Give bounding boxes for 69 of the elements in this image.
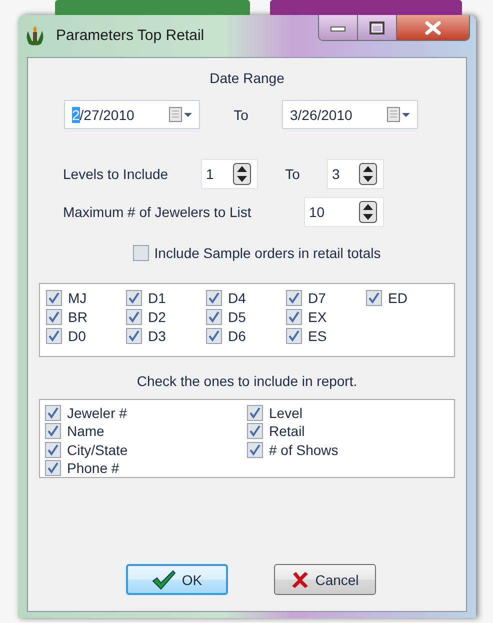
checkbox[interactable] [206,308,222,324]
checkbox[interactable] [46,328,62,344]
checkbox[interactable] [366,290,382,306]
checkbox-label: D2 [148,308,166,324]
field-label: Maximum # of Jewelers to List [63,204,252,220]
spin-field[interactable]: 10 [304,197,384,227]
checkbox-label: D4 [228,290,246,306]
ok-button[interactable]: OK [126,564,228,595]
checkbox[interactable] [45,460,61,476]
checkbox[interactable] [206,328,222,344]
spin-field[interactable]: 1 [201,159,258,189]
checkbox-label: Name [67,423,104,439]
checkbox-label: D5 [228,308,246,324]
date-field[interactable]: 3/26/2010 [282,100,418,129]
checkbox-label: Phone # [67,460,120,476]
checkbox-label: Include Sample orders in retail totals [154,245,381,261]
checkbox-label: ED [388,290,408,306]
checkbox-label: MJ [68,290,87,306]
maximize-icon [369,20,385,34]
checkbox[interactable] [206,290,222,306]
checkbox[interactable] [45,404,61,420]
to-label: To [232,106,250,122]
checkbox-label: # of Shows [269,442,338,458]
field-label: Levels to Include [63,166,170,182]
checkbox[interactable] [126,328,142,344]
checkbox[interactable] [126,308,142,324]
checkbox[interactable] [286,308,302,324]
spinner-arrows-icon [359,163,377,185]
checkbox-label: Level [269,404,302,420]
spinner-arrows-icon [233,163,251,185]
calendar-dropdown-icon [387,106,411,122]
spinner-arrows-icon [359,201,377,223]
checkbox-label: D0 [68,328,86,344]
window-title: Parameters Top Retail [56,27,204,44]
torch-wreath-icon [24,25,46,47]
instruction-text: Check the ones to include in report. [136,373,358,389]
checkbox-label: D1 [148,290,166,306]
checkbox[interactable] [133,245,150,261]
checkbox-label: Retail [269,423,305,439]
checkbox-label: D7 [308,290,326,306]
checkbox[interactable] [46,290,62,306]
cancel-button[interactable]: Cancel [274,564,376,595]
checkbox[interactable] [46,308,62,324]
to-label: To [284,166,301,182]
close-button[interactable] [397,15,469,40]
section-label: Date Range [210,70,284,86]
checkbox[interactable] [247,442,263,458]
checkbox[interactable] [45,423,61,439]
minimize-button[interactable] [319,15,358,40]
checkbox-label: BR [68,308,88,324]
checkbox[interactable] [286,328,302,344]
checkbox-label: Jeweler # [67,404,127,420]
checkmark-icon [152,570,176,590]
minimize-icon [330,24,346,32]
checkbox[interactable] [126,290,142,306]
checkbox[interactable] [45,442,61,458]
checkbox[interactable] [247,404,263,420]
spin-field[interactable]: 3 [327,159,384,189]
checkbox-label: EX [308,308,327,324]
checkbox-label: ES [308,328,327,344]
checkbox-label: D3 [148,328,166,344]
checkbox[interactable] [247,423,263,439]
checkbox-label: City/State [67,442,128,458]
checkbox[interactable] [286,290,302,306]
checkbox-label: D6 [228,328,246,344]
maximize-button[interactable] [358,15,397,40]
close-icon [424,20,442,34]
calendar-dropdown-icon [169,106,193,122]
x-mark-icon [291,570,310,588]
